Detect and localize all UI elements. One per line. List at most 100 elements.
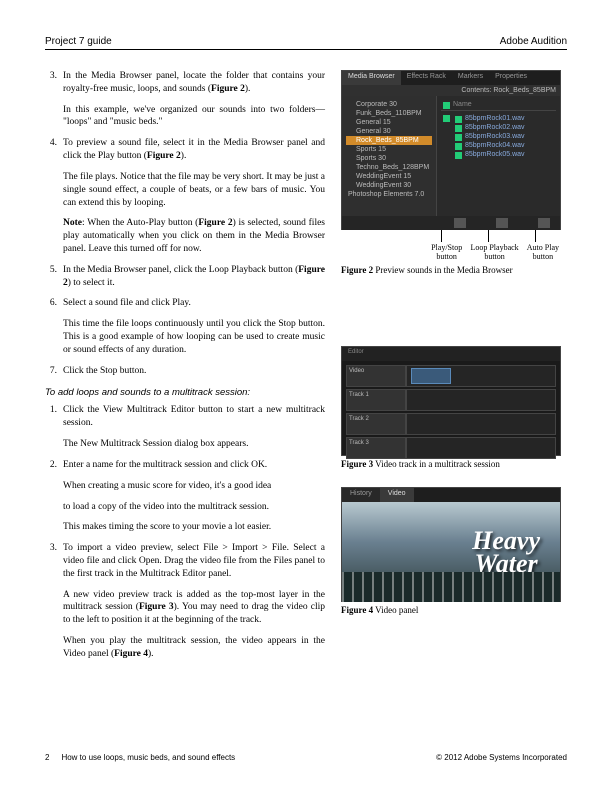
folder-tree[interactable]: Corporate 30Funk_Beds_110BPMGeneral 15Ge… bbox=[342, 96, 437, 216]
step-paragraph: Note: When the Auto-Play button (Figure … bbox=[63, 217, 325, 255]
right-column: Media Browser Effects Rack Markers Prope… bbox=[341, 70, 566, 669]
track-header[interactable]: Track 3 bbox=[346, 437, 406, 459]
figure-3-caption: Figure 3 Video track in a multitrack ses… bbox=[341, 459, 566, 471]
tab-effects-rack[interactable]: Effects Rack bbox=[401, 71, 452, 85]
tab-markers[interactable]: Markers bbox=[452, 71, 489, 85]
callout-pointers bbox=[341, 230, 566, 242]
step-body: To preview a sound file, select it in th… bbox=[63, 137, 325, 256]
step-paragraph: In the Media Browser panel, locate the f… bbox=[63, 70, 325, 96]
contents-label: Contents: bbox=[461, 87, 491, 94]
label-play: Play/Stop button bbox=[426, 244, 467, 262]
media-browser-panel: Media Browser Effects Rack Markers Prope… bbox=[341, 70, 561, 230]
tab-media-browser[interactable]: Media Browser bbox=[342, 71, 401, 85]
track-lane[interactable] bbox=[406, 365, 556, 387]
step-item: 6.Select a sound file and click Play.Thi… bbox=[45, 297, 325, 356]
video-clip[interactable] bbox=[411, 368, 451, 384]
step-number: 2. bbox=[45, 459, 63, 534]
tab-properties[interactable]: Properties bbox=[489, 71, 533, 85]
step-paragraph: In the Media Browser panel, click the Lo… bbox=[63, 264, 325, 290]
footer-title: How to use loops, music beds, and sound … bbox=[61, 753, 235, 762]
track-row[interactable]: Track 1 bbox=[346, 389, 556, 411]
step-number: 4. bbox=[45, 137, 63, 256]
label-loop: Loop Playback button bbox=[467, 244, 522, 262]
panel-footer bbox=[342, 216, 560, 230]
tree-item[interactable]: Corporate 30 bbox=[346, 100, 432, 109]
callout-labels: Play/Stop button Loop Playback button Au… bbox=[341, 244, 566, 262]
step-body: To import a video preview, select File >… bbox=[63, 542, 325, 661]
track-row[interactable]: Track 3 bbox=[346, 437, 556, 459]
step-paragraph: Click the Stop button. bbox=[63, 365, 325, 378]
step-body: Click the Stop button. bbox=[63, 365, 325, 378]
tree-item[interactable]: Sports 30 bbox=[346, 154, 432, 163]
step-body: Click the View Multitrack Editor button … bbox=[63, 404, 325, 450]
track-row[interactable]: Track 2 bbox=[346, 413, 556, 435]
track-header[interactable]: Track 2 bbox=[346, 413, 406, 435]
page-number: 2 bbox=[45, 753, 49, 762]
label-auto: Auto Play button bbox=[522, 244, 564, 262]
track-lane[interactable] bbox=[406, 437, 556, 459]
loop-playback-button[interactable] bbox=[496, 218, 508, 228]
step-number: 3. bbox=[45, 542, 63, 661]
track-header[interactable]: Track 1 bbox=[346, 389, 406, 411]
step-paragraph: To import a video preview, select File >… bbox=[63, 542, 325, 580]
multitrack-panel: Editor Video Track 1 Track 2 bbox=[341, 346, 561, 456]
name-column-header: Name bbox=[441, 100, 556, 111]
step-body: In the Media Browser panel, locate the f… bbox=[63, 70, 325, 129]
step-body: In the Media Browser panel, click the Lo… bbox=[63, 264, 325, 290]
file-item[interactable]: 85bpmRock03.wav bbox=[453, 132, 556, 141]
tree-item[interactable]: General 30 bbox=[346, 127, 432, 136]
track-lane[interactable] bbox=[406, 389, 556, 411]
step-number: 3. bbox=[45, 70, 63, 129]
tab-video[interactable]: Video bbox=[380, 488, 414, 502]
multitrack-titlebar: Editor bbox=[342, 347, 560, 361]
track-row[interactable]: Video bbox=[346, 365, 556, 387]
step-paragraph: This makes timing the score to your movi… bbox=[63, 521, 325, 534]
video-wave bbox=[342, 572, 560, 602]
tree-item[interactable]: Techno_Beds_128BPM bbox=[346, 163, 432, 172]
tree-item[interactable]: Sports 15 bbox=[346, 145, 432, 154]
step-item: 2.Enter a name for the multitrack sessio… bbox=[45, 459, 325, 534]
figure-2-caption: Figure 2 Preview sounds in the Media Bro… bbox=[341, 265, 566, 277]
tree-item[interactable]: WeddingEvent 30 bbox=[346, 181, 432, 190]
step-paragraph: In this example, we've organized our sou… bbox=[63, 104, 325, 130]
contents-value: Rock_Beds_85BPM bbox=[493, 87, 556, 94]
step-item: 3.To import a video preview, select File… bbox=[45, 542, 325, 661]
step-item: 4.To preview a sound file, select it in … bbox=[45, 137, 325, 256]
left-column: 3.In the Media Browser panel, locate the… bbox=[45, 70, 325, 669]
figure-3: Editor Video Track 1 Track 2 bbox=[341, 346, 566, 471]
step-paragraph: The New Multitrack Session dialog box ap… bbox=[63, 438, 325, 451]
panel-tabs: Media Browser Effects Rack Markers Prope… bbox=[342, 71, 560, 85]
step-paragraph: to load a copy of the video into the mul… bbox=[63, 501, 325, 514]
step-paragraph: Enter a name for the multitrack session … bbox=[63, 459, 325, 472]
step-item: 1.Click the View Multitrack Editor butto… bbox=[45, 404, 325, 450]
tree-item[interactable]: General 15 bbox=[346, 118, 432, 127]
file-item[interactable]: 85bpmRock02.wav bbox=[453, 123, 556, 132]
header-left: Project 7 guide bbox=[45, 36, 112, 47]
step-item: 5.In the Media Browser panel, click the … bbox=[45, 264, 325, 290]
figure-2: Media Browser Effects Rack Markers Prope… bbox=[341, 70, 566, 276]
tree-item[interactable]: Photoshop Elements 7.0 bbox=[346, 190, 432, 199]
video-preview: Heavy Water bbox=[342, 502, 560, 602]
tab-history[interactable]: History bbox=[342, 488, 380, 502]
auto-play-button[interactable] bbox=[538, 218, 550, 228]
figure-4: History Video Heavy Water Figure 4 Video… bbox=[341, 487, 566, 617]
step-paragraph: To preview a sound file, select it in th… bbox=[63, 137, 325, 163]
tree-item[interactable]: WeddingEvent 15 bbox=[346, 172, 432, 181]
tree-item[interactable]: Funk_Beds_110BPM bbox=[346, 109, 432, 118]
track-lane[interactable] bbox=[406, 413, 556, 435]
step-paragraph: The file plays. Notice that the file may… bbox=[63, 171, 325, 209]
play-stop-button[interactable] bbox=[454, 218, 466, 228]
step-number: 6. bbox=[45, 297, 63, 356]
step-paragraph: A new video preview track is added as th… bbox=[63, 589, 325, 627]
step-number: 1. bbox=[45, 404, 63, 450]
file-item[interactable]: 85bpmRock04.wav bbox=[453, 141, 556, 150]
video-title-text: Heavy Water bbox=[472, 529, 540, 576]
tree-item[interactable]: Rock_Beds_85BPM bbox=[346, 136, 432, 145]
step-item: 3.In the Media Browser panel, locate the… bbox=[45, 70, 325, 129]
file-item[interactable]: 85bpmRock05.wav bbox=[453, 150, 556, 159]
file-list[interactable]: Name 85bpmRock01.wav85bpmRock02.wav85bpm… bbox=[437, 96, 560, 216]
file-item[interactable]: 85bpmRock01.wav bbox=[453, 114, 556, 123]
step-body: Select a sound file and click Play.This … bbox=[63, 297, 325, 356]
track-header[interactable]: Video bbox=[346, 365, 406, 387]
content-area: 3.In the Media Browser panel, locate the… bbox=[45, 70, 567, 669]
